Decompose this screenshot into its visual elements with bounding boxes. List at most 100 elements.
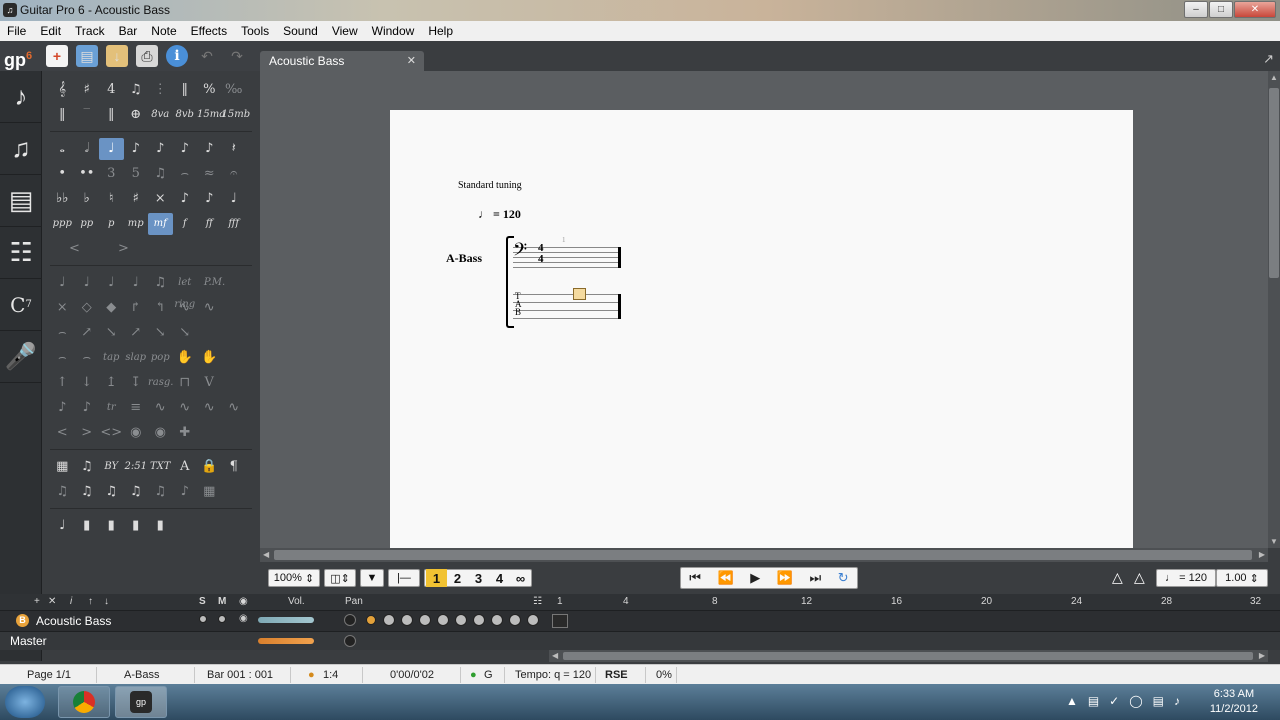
downstroke-icon[interactable]: ↓ xyxy=(75,372,100,394)
voice-4-button[interactable]: 4 xyxy=(489,569,510,587)
mute-toggle[interactable] xyxy=(218,615,226,623)
double-simile-icon[interactable]: ‰ xyxy=(222,79,247,101)
menu-note[interactable]: Note xyxy=(144,24,183,38)
redo-icon[interactable]: ↷ xyxy=(226,45,248,67)
quarter-note-icon[interactable]: ♩ xyxy=(99,137,124,160)
timeline-bar-cell[interactable] xyxy=(552,614,568,628)
palm-mute-icon[interactable]: P.M. xyxy=(197,272,232,294)
zoom-select[interactable]: 100% ⇕ xyxy=(268,569,320,587)
timer-icon[interactable]: 2:51 xyxy=(124,456,149,478)
go-to-end-icon[interactable]: ⏭ xyxy=(810,570,822,586)
eq-knob-1[interactable] xyxy=(383,614,395,626)
clef-icon[interactable]: 𝄞 xyxy=(50,79,75,101)
decrescendo-icon[interactable]: > xyxy=(99,238,148,260)
auto-beam-icon[interactable]: ♫ xyxy=(50,481,75,503)
trill-icon[interactable]: tr xyxy=(99,397,124,419)
lock-icon[interactable]: 🔒 xyxy=(197,456,222,478)
tab-staff[interactable] xyxy=(513,294,621,319)
microphone-icon[interactable]: 🎤 xyxy=(0,331,42,383)
sharp-icon[interactable]: ♯ xyxy=(124,188,149,210)
voice-1-button[interactable]: 1 xyxy=(426,569,447,587)
voice-2-button[interactable]: 2 xyxy=(447,569,468,587)
fast-forward-icon[interactable]: ⏩ xyxy=(777,570,793,586)
vibrato-bar-icon[interactable]: ∿ xyxy=(148,397,173,419)
ottava-15ma[interactable]: 15ma xyxy=(197,104,225,126)
dynamic-ff[interactable]: ff xyxy=(197,213,222,235)
slap-icon[interactable]: slap xyxy=(124,347,149,369)
guitar-pro-taskbar-icon[interactable]: gp xyxy=(115,686,167,718)
tremolo-picking-icon[interactable]: ≈ xyxy=(197,163,222,185)
legato-icon[interactable]: ♫ xyxy=(148,272,173,294)
staccato-icon[interactable]: ♩ xyxy=(124,272,149,294)
taskbar-clock[interactable]: 6:33 AM 11/2/2012 xyxy=(1210,687,1258,717)
eighth-note-icon[interactable]: ♪ xyxy=(124,138,149,160)
rasgueado-icon[interactable]: rasg. xyxy=(148,372,173,394)
slide-out-icon[interactable]: ↘ xyxy=(99,322,124,344)
menu-track[interactable]: Track xyxy=(68,24,112,38)
tuplet-icon[interactable]: 5 xyxy=(124,163,149,185)
horizontal-scrollbar[interactable]: ◀ ▶ xyxy=(260,548,1268,562)
bar-width-select[interactable]: |— xyxy=(388,569,420,587)
turn-icon[interactable]: ♪ xyxy=(75,397,100,419)
page-layout-select[interactable]: ◫⇕ xyxy=(324,569,356,587)
close-tab-icon[interactable]: ✕ xyxy=(407,54,416,67)
new-file-icon[interactable]: + xyxy=(46,45,68,67)
dynamic-mf[interactable]: mf xyxy=(148,212,173,235)
track-info-icon[interactable]: i xyxy=(70,596,72,607)
x-note-icon[interactable]: × xyxy=(50,297,75,319)
levels-icon[interactable]: ▮ xyxy=(148,515,173,537)
release-bend-icon[interactable]: ↰ xyxy=(148,297,173,319)
effect-add-icon[interactable]: ◉ xyxy=(148,422,173,444)
score-page[interactable]: Standard tuning ♩ = 120 A-Bass 1 𝄢 44 TA… xyxy=(390,110,1133,548)
move-track-down-icon[interactable]: ↓ xyxy=(104,596,109,607)
minimize-button[interactable]: ‒ xyxy=(1184,1,1208,18)
right-hand-icon[interactable]: ✋ xyxy=(197,347,222,369)
bend-level-icon[interactable]: ♩ xyxy=(50,515,75,537)
text-icon[interactable]: TXT xyxy=(148,456,173,478)
rhythm-icon[interactable]: ♫ xyxy=(148,163,173,185)
dynamic-ppp[interactable]: ppp xyxy=(50,213,75,235)
key-signature-icon[interactable]: ♯ xyxy=(75,79,100,101)
fade-in-icon[interactable]: < xyxy=(50,422,75,444)
ottava-15mb[interactable]: 15mb xyxy=(222,104,251,126)
double-flat-icon[interactable]: ♭♭ xyxy=(50,188,75,210)
app-icon[interactable]: ♫ xyxy=(3,3,17,17)
eq-knob-5[interactable] xyxy=(455,614,467,626)
eq-knob-8[interactable] xyxy=(509,614,521,626)
slide-down-icon[interactable]: ↘ xyxy=(173,322,198,344)
timeline-scroll-left-icon[interactable]: ◀ xyxy=(552,651,558,660)
wah-icon[interactable]: ∿ xyxy=(222,397,247,419)
track-visibility-icon[interactable]: ◉ xyxy=(239,613,248,624)
close-button[interactable]: ✕ xyxy=(1234,1,1276,18)
timeline-scroll-right-icon[interactable]: ▶ xyxy=(1259,651,1265,660)
dynamic-f[interactable]: f xyxy=(173,213,198,235)
info-icon[interactable]: i xyxy=(166,45,188,67)
ghost-note-icon[interactable]: ♩ xyxy=(222,188,247,210)
beam-group-icon[interactable]: ♫ xyxy=(124,481,149,503)
notation-palette-icon[interactable]: ♪ xyxy=(0,71,42,123)
menu-edit[interactable]: Edit xyxy=(33,24,68,38)
scroll-down-icon[interactable]: ▼ xyxy=(1270,537,1278,546)
instrument-guitar-icon[interactable]: ♫ xyxy=(0,123,42,175)
text-box-icon[interactable]: A xyxy=(173,456,198,478)
track-name[interactable]: Acoustic Bass xyxy=(36,614,111,628)
time-signature-icon[interactable]: 4 xyxy=(99,79,124,101)
scroll-right-icon[interactable]: ▶ xyxy=(1259,550,1265,559)
eq-knob-3[interactable] xyxy=(419,614,431,626)
slide-icon[interactable]: ⌢ xyxy=(50,322,75,344)
grace-note-after-icon[interactable]: ♪ xyxy=(197,188,222,210)
master-volume-slider[interactable] xyxy=(258,638,314,644)
natural-icon[interactable]: ♮ xyxy=(99,188,124,210)
flip-stem-icon[interactable]: ♪ xyxy=(173,481,198,503)
menu-effects[interactable]: Effects xyxy=(184,24,234,38)
harmonic-icon[interactable]: ◇ xyxy=(75,297,100,319)
status-rse[interactable]: RSE xyxy=(605,669,628,681)
thirty-second-note-icon[interactable]: ♪ xyxy=(173,138,198,160)
fade-out-icon[interactable]: > xyxy=(75,422,100,444)
brush-down-icon[interactable]: ↧ xyxy=(124,372,149,394)
effect-pedal-icon[interactable]: ◉ xyxy=(124,422,149,444)
loop-icon[interactable]: ↻ xyxy=(838,570,849,586)
open-file-icon[interactable]: ▤ xyxy=(76,45,98,67)
direction-coda-icon[interactable]: ⊕ xyxy=(124,104,149,126)
beam-break-icon[interactable]: ♫ xyxy=(99,481,124,503)
